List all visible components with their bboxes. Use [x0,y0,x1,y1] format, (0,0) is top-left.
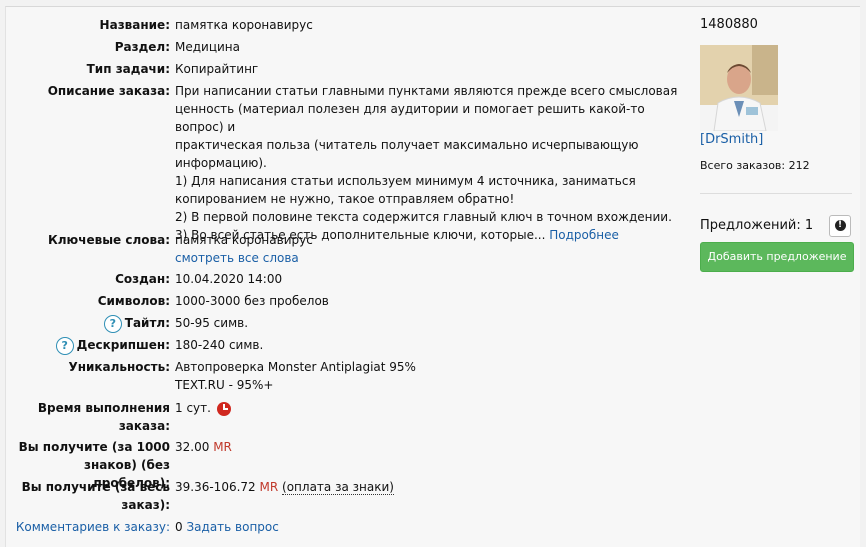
price-per-1000-label-line: Вы получите (за 1000 [18,440,170,454]
help-icon[interactable]: ? [103,314,122,333]
price-total-label-line: Вы получите (за весь [21,480,170,494]
deadline-label-line: заказа: [118,419,170,433]
currency-label: MR [213,440,232,454]
price-per-1000-value: 32.00 [175,440,210,454]
offers-count: Предложений: 1 [700,218,814,233]
comments-value-wrap: 0 Задать вопрос [175,518,680,536]
description-line: 1) Для написания статьи используем миним… [175,174,636,188]
meta-description-value: 180-240 симв. [175,338,264,352]
ask-question-link[interactable]: Задать вопрос [186,520,278,534]
description-text: При написании статьи главными пунктами я… [175,82,680,244]
description-line: 2) В первой половине текста содержится г… [175,210,672,224]
price-total-label-line: заказ): [121,498,170,512]
order-panel: Название: памятка коронавирус Раздел: Ме… [5,6,860,547]
type-label: Тип задачи: [86,62,170,76]
meta-description-label: Дескрипшен: [76,338,170,352]
title-label-wrap: ? Тайтл: [6,314,170,333]
symbols-label: Символов: [97,294,170,308]
avatar[interactable] [700,45,778,131]
description-line: информацию). [175,156,267,170]
help-icon[interactable]: ? [55,336,74,355]
comments-link[interactable]: Комментариев к заказу: [16,520,170,534]
description-line: ценность (материал полезен для аудитории… [175,102,645,134]
offers-info-button[interactable]: ! [829,215,851,237]
deadline-value: 1 сут. [175,401,211,415]
comments-label-wrap: Комментариев к заказу: [6,518,170,536]
section-label: Раздел: [114,40,170,54]
currency-label: MR [259,480,279,494]
created-value: 10.04.2020 14:00 [175,272,283,286]
avatar-photo [700,45,778,131]
divider [700,193,852,194]
price-total-wrap: 39.36-106.72 MR (оплата за знаки) [175,478,680,496]
title-value: 50-95 симв. [175,316,249,330]
description-line: практическая польза (читатель получает м… [175,138,639,152]
deadline-label: Время выполнения заказа: [6,399,170,435]
username-wrap: [DrSmith] [700,132,763,147]
deadline-label-line: Время выполнения [37,401,170,415]
keywords-label: Ключевые слова: [47,233,170,247]
uniqueness-line: TEXT.RU - 95%+ [175,378,274,392]
description-line: копированием не нужно, такое отправляем … [175,192,515,206]
username-link[interactable]: [DrSmith] [700,132,763,147]
meta-description-label-wrap: ? Дескрипшен: [6,336,170,355]
all-keywords-link[interactable]: смотреть все слова [175,251,299,265]
price-total-value: 39.36-106.72 [175,480,256,494]
comments-count: 0 [175,520,183,534]
order-id: 1480880 [700,17,758,32]
clock-icon [216,401,231,416]
add-offer-button[interactable]: Добавить предложение [700,242,854,272]
uniqueness-line: Автопроверка Monster Antiplagiat 95% [175,360,416,374]
keywords-value-block: памятка коронавирус смотреть все слова [175,231,680,267]
created-label: Создан: [115,272,170,286]
type-value: Копирайтинг [175,62,259,76]
description-label: Описание заказа: [47,84,170,98]
price-total-label: Вы получите (за весь заказ): [6,478,170,514]
exclamation-icon: ! [834,220,846,231]
symbols-value: 1000-3000 без пробелов [175,294,329,308]
keywords-value: памятка коронавирус [175,233,313,247]
uniqueness-label: Уникальность: [68,360,170,374]
name-value: памятка коронавирус [175,18,313,32]
payment-note-link[interactable]: (оплата за знаки) [282,480,394,495]
total-orders: Всего заказов: 212 [700,159,810,172]
uniqueness-value: Автопроверка Monster Antiplagiat 95% TEX… [175,358,680,394]
description-line: При написании статьи главными пунктами я… [175,84,678,98]
title-label: Тайтл: [124,316,170,330]
section-value: Медицина [175,40,240,54]
price-per-1000-wrap: 32.00 MR [175,438,680,456]
deadline-value-wrap: 1 сут. [175,399,680,417]
name-label: Название: [99,18,170,32]
